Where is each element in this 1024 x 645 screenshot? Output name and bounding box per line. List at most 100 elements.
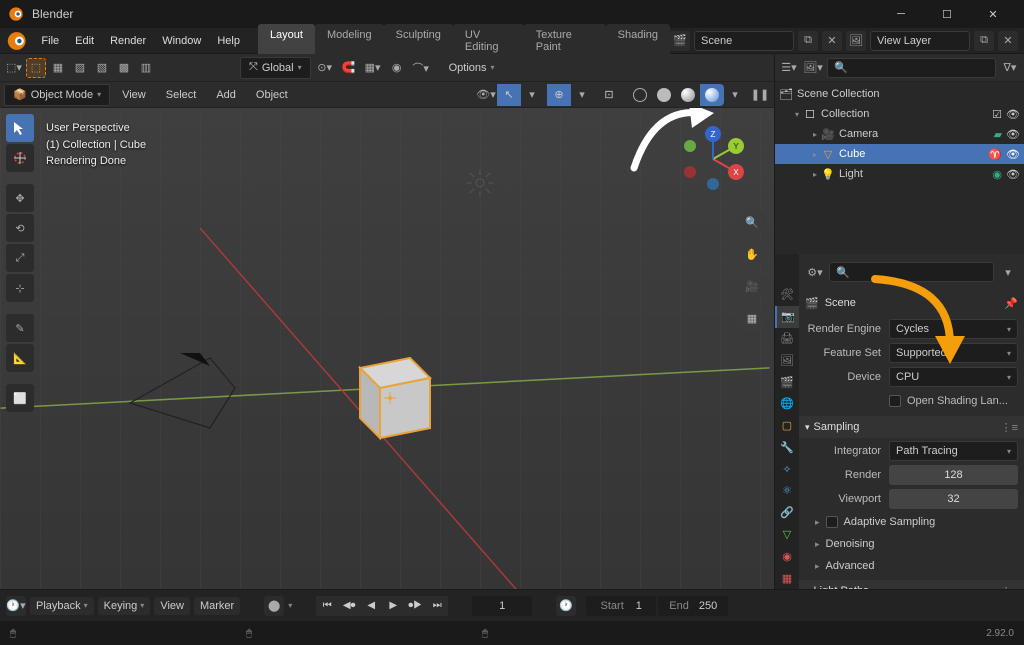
menu-edit[interactable]: Edit (67, 31, 102, 51)
props-editor-type-icon[interactable]: ⚙▾ (805, 262, 825, 282)
viewlayer-browse-icon[interactable]: 🖼 (846, 31, 866, 51)
menu-render[interactable]: Render (102, 31, 154, 51)
select-menu[interactable]: Select (158, 85, 205, 105)
rotate-tool[interactable]: ⟲ (6, 214, 34, 242)
adaptive-sampling-subpanel[interactable]: Adaptive Sampling (805, 512, 1018, 532)
camera-object[interactable] (120, 348, 250, 438)
prop-tab-output[interactable]: 🖨 (775, 328, 799, 350)
tree-scene-collection[interactable]: 🗂 Scene Collection (775, 84, 1024, 104)
scene-browse-icon[interactable]: 🎬 (670, 31, 690, 51)
select-subtract-icon[interactable]: ▥ (136, 58, 156, 78)
playback-menu[interactable]: Playback▾ (30, 597, 94, 615)
visibility-icon[interactable]: 👁▾ (476, 85, 496, 105)
outliner-editor-type-icon[interactable]: ☰▾ (779, 58, 799, 78)
maximize-button[interactable]: ☐ (924, 0, 970, 28)
prop-tab-render[interactable]: 📷 (775, 306, 799, 328)
light-object[interactable] (460, 163, 500, 203)
pan-button[interactable]: ✋ (738, 240, 766, 268)
tab-sculpting[interactable]: Sculpting (384, 24, 453, 58)
snap-select[interactable]: ▦▾ (363, 58, 383, 78)
tab-shading[interactable]: Shading (606, 24, 670, 58)
measure-tool[interactable]: 📐 (6, 344, 34, 372)
checkbox-icon[interactable]: ☑ (992, 108, 1002, 121)
scene-delete-icon[interactable]: ✕ (822, 31, 842, 51)
tree-camera[interactable]: ▸ 🎥 Camera ▰👁 (775, 124, 1024, 144)
gizmo-select[interactable]: ▾ (522, 85, 542, 105)
render-samples-field[interactable]: 128 (889, 465, 1018, 485)
eye-icon[interactable]: 👁 (1006, 108, 1020, 121)
play-reverse-button[interactable]: ◀ (360, 596, 382, 616)
preview-range-toggle[interactable]: 🕐 (556, 596, 576, 616)
keyframe-next-button[interactable]: ⏺▶ (404, 596, 426, 616)
shading-rendered[interactable] (700, 84, 724, 106)
shading-wireframe[interactable] (628, 84, 652, 106)
scene-name-input[interactable] (694, 31, 794, 51)
prop-tab-physics[interactable]: ⚛ (775, 480, 799, 502)
prop-tab-constraint[interactable]: 🔗 (775, 502, 799, 524)
options-button[interactable]: Options▾ (441, 58, 503, 78)
eye-icon[interactable]: 👁 (1006, 148, 1020, 161)
keyframe-prev-button[interactable]: ◀⏺ (338, 596, 360, 616)
move-tool[interactable]: ✥ (6, 184, 34, 212)
prop-tab-tool[interactable]: 🛠 (775, 284, 799, 306)
sampling-panel-header[interactable]: Sampling⋮≡ (799, 416, 1024, 438)
menu-window[interactable]: Window (154, 31, 209, 51)
3d-viewport[interactable]: ✥ ⟲ ⤢ ⊹ ✎ 📐 ⬜ User Perspective (1) Colle… (0, 108, 774, 589)
scene-new-icon[interactable]: ⧉ (798, 31, 818, 51)
tree-cube[interactable]: ▸ ▽ Cube ♈👁 (775, 144, 1024, 164)
cube-object[interactable] (340, 338, 440, 448)
prop-tab-viewlayer[interactable]: 🖼 (775, 349, 799, 371)
tab-modeling[interactable]: Modeling (315, 24, 384, 58)
outliner-search-input[interactable] (852, 62, 989, 74)
select-all-icon[interactable]: ▦ (48, 58, 68, 78)
pause-icon[interactable]: ❚❚ (750, 85, 770, 105)
viewlayer-new-icon[interactable]: ⧉ (974, 31, 994, 51)
minimize-button[interactable]: ─ (878, 0, 924, 28)
timeline-view-menu[interactable]: View (154, 597, 190, 615)
outliner-search[interactable]: 🔍 (827, 58, 996, 78)
props-search-input[interactable] (854, 266, 987, 278)
filter-icon[interactable]: ∇▾ (1000, 58, 1020, 78)
shading-solid[interactable] (652, 84, 676, 106)
prop-tab-modifier[interactable]: 🔧 (775, 436, 799, 458)
osl-checkbox[interactable] (889, 395, 901, 407)
orientation-select[interactable]: ⤧ Global ▾ (240, 57, 311, 79)
navigation-gizmo[interactable]: X Y Z (678, 124, 748, 194)
keying-menu[interactable]: Keying▾ (98, 597, 151, 615)
current-frame-field[interactable]: 1 (472, 596, 532, 616)
integrator-select[interactable]: Path Tracing▾ (889, 441, 1018, 461)
pin-icon[interactable]: 📌 (1004, 297, 1018, 310)
props-search[interactable]: 🔍 (829, 262, 994, 282)
prop-tab-data[interactable]: ▽ (775, 524, 799, 546)
shading-options[interactable]: ▾ (725, 85, 745, 105)
xray-toggle[interactable]: ⊡ (597, 84, 621, 106)
gizmo-toggle[interactable]: ↖ (497, 84, 521, 106)
tree-collection[interactable]: ▾ ☐ Collection ☑👁 (775, 104, 1024, 124)
prop-tab-scene[interactable]: 🎬 (775, 371, 799, 393)
prop-tab-texture[interactable]: ▦ (775, 567, 799, 589)
prop-tab-world[interactable]: 🌐 (775, 393, 799, 415)
add-cube-tool[interactable]: ⬜ (6, 384, 34, 412)
proportional-select[interactable]: ⌒▾ (411, 58, 431, 78)
props-options-icon[interactable]: ▾ (998, 262, 1018, 282)
timeline-editor-type-icon[interactable]: 🕐▾ (6, 596, 26, 616)
overlay-toggle[interactable]: ⊕ (547, 84, 571, 106)
select-box-icon[interactable]: ⬚ (26, 58, 46, 78)
play-button[interactable]: ▶ (382, 596, 404, 616)
object-mode-select[interactable]: 📦 Object Mode ▾ (4, 84, 110, 106)
proportional-toggle[interactable]: ◉ (387, 58, 407, 78)
eye-icon[interactable]: 👁 (1006, 168, 1020, 181)
editor-type-icon[interactable]: ⬚▾ (4, 58, 24, 78)
select-none-icon[interactable]: ▧ (92, 58, 112, 78)
eye-icon[interactable]: 👁 (1006, 128, 1020, 141)
prop-tab-material[interactable]: ◉ (775, 545, 799, 567)
prop-tab-particle[interactable]: ✧ (775, 458, 799, 480)
render-engine-select[interactable]: Cycles▾ (889, 319, 1018, 339)
viewlayer-delete-icon[interactable]: ✕ (998, 31, 1018, 51)
camera-view-button[interactable]: 🎥 (738, 272, 766, 300)
select-intersect-icon[interactable]: ▩ (114, 58, 134, 78)
overlay-select[interactable]: ▾ (572, 85, 592, 105)
zoom-button[interactable]: 🔍 (738, 208, 766, 236)
device-select[interactable]: CPU▾ (889, 367, 1018, 387)
scale-tool[interactable]: ⤢ (6, 244, 34, 272)
